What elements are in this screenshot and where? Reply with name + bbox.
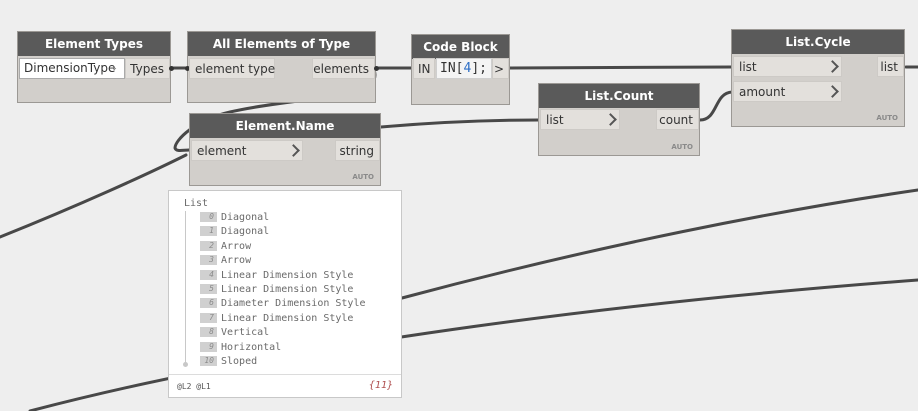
list-cycle-node[interactable]: List.Cycle list amount list AUTO (731, 29, 905, 127)
wire-offscreen-right-2 (28, 278, 918, 411)
wire-count-to-cycle-amount (698, 90, 734, 122)
input-port-in[interactable]: IN (413, 58, 435, 79)
chevron-right-icon (826, 85, 839, 98)
preview-list-item: 4 Linear Dimension Style (200, 269, 353, 283)
list-index-badge: 3 (200, 255, 217, 266)
preview-list-item: 3 Arrow (200, 254, 251, 268)
lacing-badge: AUTO (876, 114, 898, 122)
node-preview-panel[interactable]: List 0 Diagonal 1 Diagonal 2 Arrow 3 Arrow 4 Line… (168, 190, 402, 398)
preview-list-item: 2 Arrow (200, 240, 251, 254)
output-port-code[interactable]: > (492, 58, 509, 79)
list-index-badge: 1 (200, 226, 217, 237)
node-title: List.Count (539, 84, 699, 108)
node-title: Code Block (412, 35, 509, 59)
wire-code-out-to-cycle-list (508, 65, 734, 70)
node-title: List.Cycle (732, 30, 904, 54)
preview-list-item: 7 Linear Dimension Style (200, 312, 353, 326)
list-levels-label[interactable]: @L2 @L1 (177, 382, 211, 391)
preview-list-item: 6 Diameter Dimension Style (200, 297, 366, 311)
node-title: Element.Name (190, 114, 380, 138)
code-editor[interactable]: IN[4]; (436, 58, 492, 79)
list-index-badge: 8 (200, 327, 217, 338)
list-index-badge: 0 (200, 212, 217, 222)
list-index-badge: 10 (200, 356, 217, 366)
list-item-value: Arrow (221, 255, 252, 267)
dropdown-value: DimensionType (24, 61, 116, 75)
wire-offscreen-top-left (0, 153, 188, 239)
list-item-value: Arrow (221, 240, 252, 252)
dimension-type-dropdown[interactable]: DimensionType ⌄ (19, 58, 125, 79)
lacing-badge: AUTO (671, 143, 693, 151)
output-port-types[interactable]: Types (125, 58, 170, 79)
list-index-badge: 9 (200, 341, 217, 352)
port-dot (169, 66, 174, 71)
port-dot (374, 66, 379, 71)
preview-footer: @L2 @L1 {11} (169, 374, 401, 397)
item-count: {11} (368, 380, 393, 391)
port-label: list (739, 60, 757, 74)
wire-offscreen-right-1 (400, 188, 918, 300)
lacing-badge: AUTO (352, 173, 374, 181)
list-index-badge: 5 (200, 284, 217, 294)
list-item-value: Linear Dimension Style (221, 269, 354, 281)
code-block-node[interactable]: Code Block IN IN[4]; > (411, 34, 510, 105)
code-prefix: IN[ (440, 61, 464, 76)
port-label: element (197, 144, 247, 158)
wire-elements-to-list-count (379, 118, 540, 129)
list-item-value: Diameter Dimension Style (221, 298, 366, 310)
element-types-node[interactable]: Element Types DimensionType ⌄ Types (17, 31, 174, 103)
port-label: amount (739, 85, 786, 99)
output-port-elements[interactable]: elements (312, 58, 375, 79)
list-item-value: Linear Dimension Style (221, 284, 354, 295)
list-index-badge: 4 (200, 269, 217, 280)
input-port-list[interactable]: list (733, 56, 842, 77)
chevron-right-icon (287, 144, 300, 157)
element-name-node[interactable]: Element.Name element string AUTO (189, 113, 381, 186)
chevron-right-icon (826, 60, 839, 73)
all-elements-of-type-node[interactable]: All Elements of Type element type elemen… (185, 31, 379, 103)
list-item-value: Sloped (221, 356, 258, 367)
list-item-value: Vertical (221, 327, 270, 339)
port-label: list (546, 113, 564, 127)
input-port-element[interactable]: element (191, 140, 303, 161)
preview-tree-end (183, 362, 188, 367)
preview-list-item: 0 Diagonal (200, 211, 269, 225)
preview-list-title: List (184, 198, 209, 209)
output-port-string[interactable]: string (335, 140, 380, 161)
input-port-element-type[interactable]: element type (189, 58, 275, 79)
input-port-amount[interactable]: amount (733, 81, 842, 102)
list-index-badge: 7 (200, 312, 217, 323)
list-item-value: Linear Dimension Style (221, 312, 354, 324)
preview-list-item: 9 Horizontal (200, 341, 281, 355)
preview-list-item: 8 Vertical (200, 326, 269, 340)
list-item-value: Diagonal (221, 226, 270, 238)
code-suffix: ]; (471, 61, 487, 76)
preview-list-item: 5 Linear Dimension Style (200, 283, 353, 297)
output-port-list[interactable]: list (877, 56, 904, 77)
list-index-badge: 2 (200, 240, 217, 251)
chevron-down-icon: ⌄ (110, 63, 118, 73)
node-title: All Elements of Type (188, 32, 375, 56)
output-port-count[interactable]: count (656, 109, 699, 130)
preview-tree-rail (185, 211, 186, 363)
input-port-list[interactable]: list (540, 109, 620, 130)
list-item-value: Diagonal (221, 212, 270, 223)
preview-list-item: 10 Sloped (200, 355, 257, 369)
preview-list-item: 1 Diagonal (200, 225, 269, 239)
list-count-node[interactable]: List.Count list count AUTO (538, 83, 700, 156)
node-title: Element Types (18, 32, 170, 56)
chevron-right-icon (604, 113, 617, 126)
list-item-value: Horizontal (221, 341, 282, 353)
list-index-badge: 6 (200, 298, 217, 309)
